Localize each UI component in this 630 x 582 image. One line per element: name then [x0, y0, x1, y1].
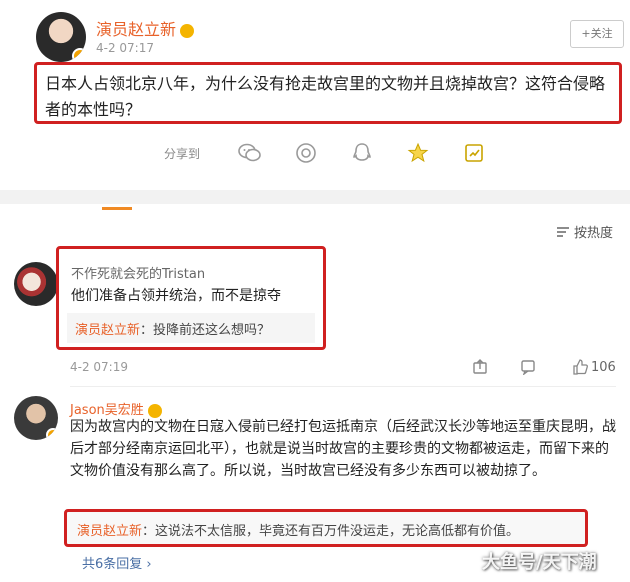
reply-text: ：投降前还这么想吗？	[140, 323, 271, 338]
comment-text: 他们准备占领并统治，而不是掠夺	[71, 288, 281, 304]
post-author-name[interactable]: 演员赵立新	[96, 16, 195, 40]
reply-author[interactable]: 演员赵立新	[75, 323, 140, 338]
wechat-icon[interactable]	[238, 141, 262, 165]
share-label: 分享到	[164, 146, 201, 161]
post-timestamp: 4-2 07:17	[96, 41, 154, 55]
moments-icon[interactable]	[294, 141, 318, 165]
post-author-label[interactable]: 演员赵立新	[96, 20, 176, 39]
reply-comment-icon[interactable]	[520, 359, 536, 375]
active-tab-indicator	[102, 207, 132, 210]
comment-avatar[interactable]	[14, 262, 58, 306]
follow-button[interactable]: +关注	[570, 20, 624, 48]
reply-text: ：这说法不太信服，毕竟还有百万件没运走，无论高低都有价值。	[142, 524, 520, 539]
post-author-avatar[interactable]	[36, 12, 86, 62]
watermark: 大鱼号/天下潮	[482, 552, 597, 573]
verified-badge-icon	[46, 428, 58, 440]
comment-highlight-box: 不作死就会死的Tristan 他们准备占领并统治，而不是掠夺 演员赵立新：投降前…	[56, 246, 326, 350]
weibo-share-icon[interactable]	[462, 141, 486, 165]
reply-author[interactable]: 演员赵立新	[77, 524, 142, 539]
share-row: 分享到	[164, 138, 502, 168]
comment-meta-row: 4-2 07:19 106	[70, 359, 616, 378]
post-text: 日本人占领北京八年，为什么没有抢走故宫里的文物并且烧掉故宫？这符合侵略者的本性吗…	[45, 74, 606, 119]
reply-preview[interactable]: 演员赵立新：这说法不太信服，毕竟还有百万件没运走，无论高低都有价值。	[64, 509, 588, 547]
post-card: 演员赵立新 4-2 07:17 +关注 日本人占领北京八年，为什么没有抢走故宫里…	[14, 0, 624, 190]
post-highlight-box: 日本人占领北京八年，为什么没有抢走故宫里的文物并且烧掉故宫？这符合侵略者的本性吗…	[34, 62, 622, 124]
comment-divider	[70, 386, 616, 387]
like-button[interactable]: 106	[572, 359, 616, 375]
section-divider	[0, 190, 630, 204]
like-count: 106	[591, 359, 616, 375]
comment-author-name[interactable]: 不作死就会死的Tristan	[71, 263, 205, 282]
qq-icon[interactable]	[350, 141, 374, 165]
verified-badge-icon	[72, 48, 86, 62]
more-replies-link[interactable]: 共6条回复 ›	[82, 553, 152, 572]
sort-by-hot-button[interactable]: 按热度	[556, 222, 613, 241]
comment-text: 因为故宫内的文物在日寇入侵前已经打包运抵南京（后经武汉长沙等地运至重庆昆明，战后…	[70, 419, 616, 479]
comment-timestamp: 4-2 07:19	[70, 360, 128, 374]
sort-label[interactable]: 按热度	[574, 222, 613, 241]
qzone-icon[interactable]	[406, 141, 430, 165]
comment-avatar[interactable]	[14, 396, 58, 440]
thumbs-up-icon	[573, 359, 588, 375]
sort-icon	[557, 226, 569, 237]
reply-preview[interactable]: 演员赵立新：投降前还这么想吗？	[67, 313, 315, 343]
gold-v-icon	[180, 23, 195, 38]
share-comment-icon[interactable]	[472, 359, 488, 375]
